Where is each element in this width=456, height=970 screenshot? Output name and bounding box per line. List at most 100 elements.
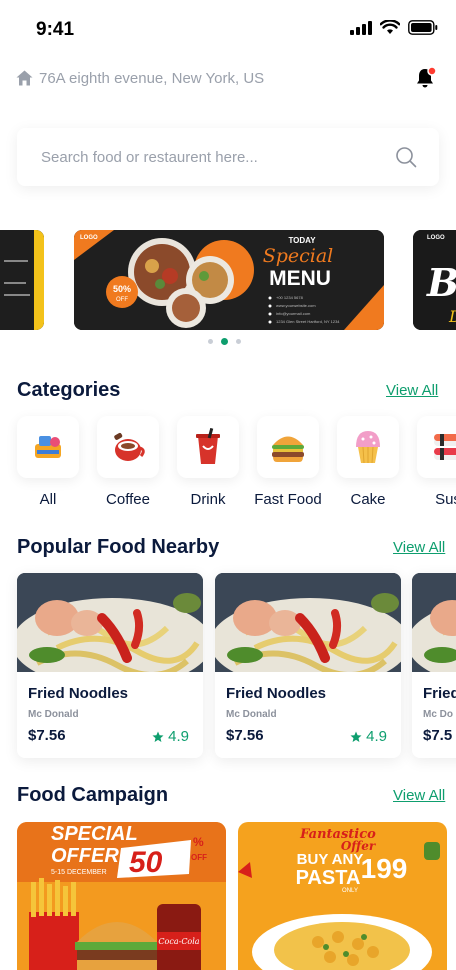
categories-view-all-link[interactable]: View All: [386, 382, 438, 399]
food-card[interactable]: Fried Noodles Mc Donald $7.56 4.9: [17, 573, 203, 758]
drink-icon: [196, 428, 220, 464]
cake-icon: [356, 431, 380, 464]
categories-title: Categories: [17, 379, 121, 401]
banner-special-menu[interactable]: 50% OFF LOGO TODAY Special MENU +00 1234…: [74, 230, 384, 330]
campaign-left-pct: %: [193, 835, 204, 849]
star-icon: [152, 731, 164, 742]
food-rating: 4.9: [152, 728, 189, 745]
food-card[interactable]: Fried Mc Do $7.5: [412, 573, 456, 758]
food-campaign-title: Food Campaign: [17, 784, 169, 806]
popular-food-view-all-link[interactable]: View All: [393, 539, 445, 556]
campaign-card-pasta-offer[interactable]: Fantastico Offer BUY ANY PASTA 199 ONLY: [238, 822, 447, 970]
banner-previous-art: [0, 230, 44, 330]
food-rating-value: 4.9: [366, 728, 387, 745]
banner-brand: LOGO: [80, 235, 98, 241]
category-item-drink[interactable]: Drink: [177, 416, 239, 508]
food-image: [412, 573, 456, 672]
campaign-left-brand: Coca-Cola: [158, 937, 199, 946]
category-item-cake[interactable]: Cake: [337, 416, 399, 508]
category-tile: [337, 416, 399, 478]
banner-next-art: LOGO Be D: [413, 230, 456, 330]
campaign-left-line2: OFFER: [51, 845, 119, 867]
campaign-special-offer-art: SPECIAL OFFER 50 % OFF 5-15 DECEMBER Coc…: [17, 822, 226, 970]
category-label: Coffee: [106, 491, 150, 508]
food-name: Fried Noodles: [28, 685, 129, 702]
food-restaurant: Mc Donald: [226, 709, 277, 720]
status-icons: [350, 20, 438, 35]
category-label: Sus: [435, 491, 456, 508]
category-label: All: [39, 491, 57, 508]
category-item-sushi[interactable]: Sus: [417, 416, 456, 508]
food-price: $7.56: [28, 727, 66, 744]
campaign-left-discount: 50: [129, 846, 163, 879]
banner-previous[interactable]: [0, 230, 44, 330]
banner-discount-sub: OFF: [116, 297, 128, 303]
food-name: Fried Noodles: [226, 685, 327, 702]
campaign-card-special-offer[interactable]: SPECIAL OFFER 50 % OFF 5-15 DECEMBER Coc…: [17, 822, 226, 970]
banner-special: Special: [263, 245, 334, 267]
location-address: 76A eighth evenue, New York, US: [39, 69, 265, 87]
banner-menu: MENU: [269, 267, 331, 290]
notification-button[interactable]: [414, 66, 438, 90]
banner-next[interactable]: LOGO Be D: [413, 230, 456, 330]
category-label: Drink: [190, 491, 226, 508]
category-item-all[interactable]: All: [17, 416, 79, 508]
all-food-icon: [35, 436, 61, 458]
carousel-indicators[interactable]: [208, 338, 241, 345]
food-image-art: [17, 573, 203, 672]
food-price: $7.56: [226, 727, 264, 744]
banner-next-brand: LOGO: [427, 235, 445, 241]
sushi-icon: [434, 434, 456, 460]
banner-contact-line: +00 1234 5678: [276, 295, 304, 300]
search-input[interactable]: [41, 148, 371, 166]
popular-food-title: Popular Food Nearby: [17, 536, 220, 558]
status-bar: 9:41: [0, 0, 456, 58]
carousel-dot[interactable]: [236, 339, 241, 344]
food-image: [17, 573, 203, 672]
app-screen: 9:41 76A eighth evenue, New York, US Sea…: [0, 0, 456, 970]
campaign-left-dates: 5-15 DECEMBER: [51, 869, 107, 876]
category-list: All Coffee Drink Fast Food Cake Su: [17, 416, 456, 508]
food-price: $7.5: [423, 727, 453, 744]
coffee-icon: [114, 433, 145, 461]
status-time: 9:41: [36, 19, 75, 40]
location-bar[interactable]: 76A eighth evenue, New York, US: [16, 66, 264, 90]
food-card[interactable]: Fried Noodles Mc Donald $7.56 4.9: [215, 573, 401, 758]
bell-icon: [417, 66, 437, 88]
burger-icon: [272, 436, 304, 462]
food-campaign-view-all-link[interactable]: View All: [393, 787, 445, 804]
campaign-pasta-offer-art: Fantastico Offer BUY ANY PASTA 199 ONLY: [238, 822, 447, 970]
banner-next-title: Be: [426, 260, 456, 305]
search-icon[interactable]: [395, 146, 417, 168]
cellular-signal-icon: [350, 20, 372, 35]
food-image-art: [412, 573, 456, 672]
battery-icon: [408, 20, 438, 35]
banner-discount: 50%: [113, 284, 131, 294]
food-name: Fried: [423, 685, 456, 702]
campaign-right-line3: BUY ANY: [297, 851, 364, 868]
campaign-left-off: OFF: [191, 853, 207, 862]
carousel-dot-active[interactable]: [221, 338, 228, 345]
campaign-right-only: ONLY: [342, 888, 358, 894]
food-image-art: [215, 573, 401, 672]
banner-contact-line: info@yourmail.com: [276, 311, 311, 316]
food-rating: 4.9: [350, 728, 387, 745]
category-item-fast-food[interactable]: Fast Food: [254, 416, 322, 508]
category-tile: [97, 416, 159, 478]
campaign-left-line1: SPECIAL: [51, 823, 138, 845]
food-image: [215, 573, 401, 672]
star-icon: [350, 731, 362, 742]
category-item-coffee[interactable]: Coffee: [97, 416, 159, 508]
campaign-right-line4: PASTA: [296, 867, 361, 889]
category-label: Fast Food: [254, 491, 322, 508]
category-tile: [177, 416, 239, 478]
category-tile: [257, 416, 319, 478]
category-tile: [417, 416, 456, 478]
carousel-dot[interactable]: [208, 339, 213, 344]
food-restaurant: Mc Do: [423, 709, 453, 720]
banner-contact-line: 1234 Glen Street Hartford, NY 1234: [276, 319, 340, 324]
banner-next-sub: D: [448, 307, 456, 326]
search-bar[interactable]: [17, 128, 439, 186]
food-rating-value: 4.9: [168, 728, 189, 745]
banner-contact-line: www.yourwebsite.com: [276, 303, 316, 308]
